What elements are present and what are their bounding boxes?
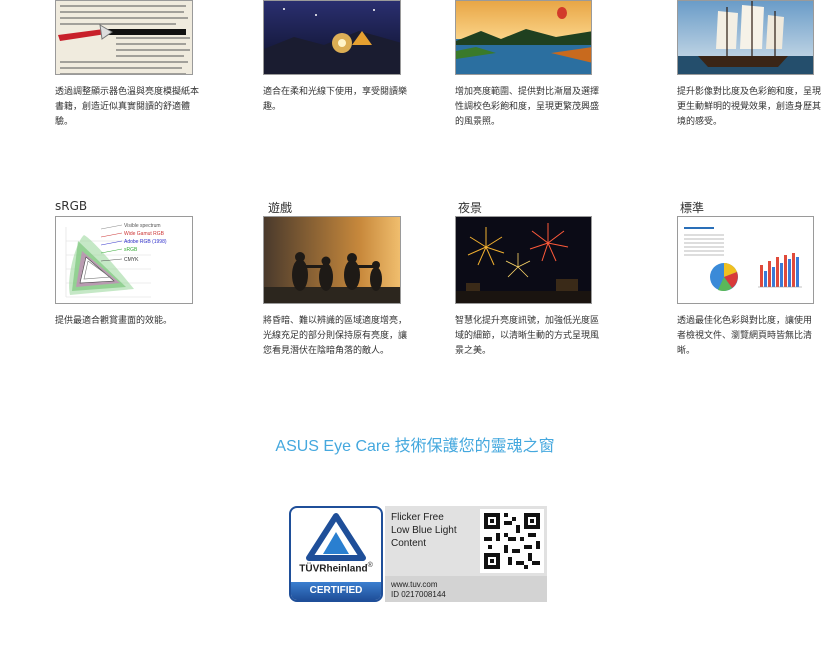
balloon-lake-graphic [456,1,591,74]
scenery-mode-image [455,0,592,75]
tuv-url-block: www.tuv.com ID 0217008144 [391,580,446,600]
game-mode-title: 遊戲 [268,201,293,215]
tuv-triangle-icon [306,513,366,561]
tuv-url[interactable]: www.tuv.com [391,580,446,590]
srgb-mode-caption: 提供最適合觀賞畫面的效能。 [55,316,173,326]
tuv-feature-flicker-free: Flicker Free [391,512,444,523]
theater-mode-caption: 提升影像對比度及色彩飽和度，呈現更生動鮮明的視覺效果，創造身歷其境的感受。 [677,87,822,127]
office-document-graphic [678,217,813,303]
gamut-legend-visible: Visible spectrum [124,223,161,229]
tuv-brand-name: TÜVRheinland® [299,562,373,575]
scenery-mode-caption: 增加亮度範圍、提供對比漸層及選擇性調校色彩飽和度，呈現更繁茂興盛的風景照。 [455,87,600,127]
tuv-info-panel: Flicker Free Low Blue Light Content www.… [385,506,547,602]
night-camping-graphic [264,1,400,74]
tuv-bottom-strip: www.tuv.com ID 0217008144 [385,576,547,602]
standard-mode-title: 標準 [680,201,705,215]
color-gamut-chart-graphic: Visible spectrum Wide Gamut RGB Adobe RG… [65,223,167,298]
reading-mode-image [55,0,193,75]
gamut-legend-wide: Wide Gamut RGB [124,231,165,237]
tuv-logo-panel: TÜVRheinland® CERTIFIED [289,506,383,602]
sailing-ship-graphic [678,1,813,74]
game-mode-image [263,216,401,304]
fireworks-graphic [456,217,591,303]
srgb-mode-title: sRGB [55,199,88,213]
qr-code-icon [480,509,544,573]
darkroom-mode-caption: 適合在柔和光線下使用，享受閱讀樂趣。 [263,87,408,112]
tuv-certification-badge: TÜVRheinland® CERTIFIED Flicker Free Low… [289,506,547,602]
night-mode-title: 夜景 [458,201,483,215]
tuv-certificate-id: ID 0217008144 [391,590,446,599]
tuv-feature-list: Flicker Free Low Blue Light Content [391,511,457,550]
tuv-feature-content: Content [391,538,427,549]
tuv-feature-low-blue-light: Low Blue Light [391,525,457,536]
soldiers-scene-graphic [264,217,400,303]
gamut-legend-adobe: Adobe RGB (1998) [124,239,167,245]
darkroom-mode-image [263,0,401,75]
night-mode-image [455,216,592,304]
reading-mode-caption: 透過調整顯示器色溫與亮度模擬紙本書籍，創造近似真實閱讀的舒適體驗。 [55,87,200,127]
theater-mode-image [677,0,814,75]
tuv-certified-label: CERTIFIED [291,582,381,600]
eye-care-headline: ASUS Eye Care 技術保護您的靈魂之窗 [275,438,555,455]
standard-mode-caption: 透過最佳化色彩與對比度，讓使用者檢視文件、瀏覽網頁時皆無比清晰。 [677,316,813,356]
gamut-legend-cmyk: CMYK [124,257,139,263]
dictionary-page-graphic [56,1,192,74]
srgb-mode-image: Visible spectrum Wide Gamut RGB Adobe RG… [55,216,193,304]
game-mode-caption: 將昏暗、難以辨識的區域適度增亮，光線充足的部分則保持原有亮度，讓您看見潛伏在陰暗… [263,316,408,356]
night-mode-caption: 智慧化提升亮度訊號，加強低光度區域的細節，以清晰生動的方式呈現風景之美。 [455,316,600,356]
standard-mode-image [677,216,814,304]
gamut-legend-srgb: sRGB [124,247,138,253]
